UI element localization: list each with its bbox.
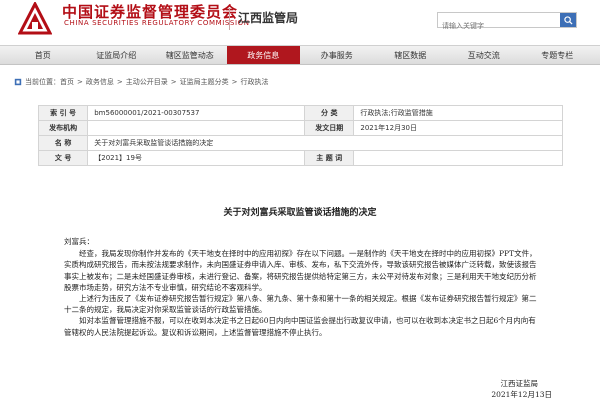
header-divider	[229, 8, 230, 30]
document-title: 关于对刘富兵采取监管谈话措施的决定	[223, 208, 377, 218]
document-paragraph: 经查，我局发现你制作并发布的《天干地支在择时中的应用初探》存在以下问题。一是制作…	[64, 249, 537, 292]
document-body: 刘富兵： 经查，我局发现你制作并发布的《天干地支在择时中的应用初探》存在以下问题…	[64, 236, 540, 338]
issuer-label: 发布机构	[37, 120, 89, 136]
search-box	[437, 12, 577, 33]
doc-number-label: 文 号	[37, 150, 89, 166]
index-value: bm56000001/2021-00307537	[87, 105, 306, 121]
info-row: 索 引 号 bm56000001/2021-00307537 分 类 行政执法;…	[37, 105, 563, 121]
breadcrumb-separator: >	[170, 78, 177, 86]
nav-item-home[interactable]: 首页	[6, 46, 80, 64]
issuer-value	[87, 120, 306, 136]
document-info-table: 索 引 号 bm56000001/2021-00307537 分 类 行政执法;…	[37, 105, 563, 166]
breadcrumb-disclosure-catalog[interactable]: 主动公开目录	[126, 77, 168, 87]
date-value: 2021年12月30日	[353, 120, 563, 136]
breadcrumb-enforcement[interactable]: 行政执法	[241, 77, 269, 87]
breadcrumb-topic-category[interactable]: 证监局主题分类	[180, 77, 229, 87]
csrc-logo-icon	[18, 2, 52, 35]
nav-item-government-info[interactable]: 政务信息	[226, 46, 300, 64]
name-value: 关于对刘富兵采取监管谈话措施的决定	[87, 135, 563, 151]
nav-item-bureau-intro[interactable]: 证监局介绍	[80, 46, 154, 64]
nav-item-district-data[interactable]: 辖区数据	[374, 46, 448, 64]
index-label: 索 引 号	[37, 105, 89, 121]
main-nav: 首页 证监局介绍 辖区监管动态 政务信息 办事服务 辖区数据 互动交流 专题专栏	[0, 45, 600, 65]
signature-date: 2021年12月13日	[491, 390, 552, 399]
info-row: 发布机构 发文日期 2021年12月30日	[37, 120, 563, 136]
breadcrumb-separator: >	[116, 78, 123, 86]
nav-item-interaction[interactable]: 互动交流	[447, 46, 521, 64]
category-value: 行政执法;行政监管措施	[353, 105, 563, 121]
search-button[interactable]	[560, 13, 576, 27]
keyword-value	[353, 150, 563, 166]
site-header: 中国证券监督管理委员会 CHINA SECURITIES REGULATORY …	[0, 0, 600, 38]
document-paragraph: 如对本监督管理措施不服，可以在收到本决定书之日起60日内向中国证监会提出行政复议…	[64, 316, 536, 337]
name-label: 名 称	[37, 135, 89, 151]
info-row: 文 号 【2021】19号 主 题 词	[37, 150, 563, 166]
document-paragraph: 上述行为违反了《发布证券研究报告暂行规定》第八条、第九条、第十条和第十一条的相关…	[64, 294, 537, 315]
nav-item-special-topics[interactable]: 专题专栏	[521, 46, 595, 64]
keyword-label: 主 题 词	[304, 150, 355, 166]
doc-number-value: 【2021】19号	[87, 150, 306, 166]
search-input[interactable]	[438, 19, 558, 33]
document-salutation: 刘富兵：	[64, 237, 94, 246]
nav-item-regulatory-news[interactable]: 辖区监管动态	[153, 46, 227, 64]
breadcrumb-government-info[interactable]: 政务信息	[86, 77, 114, 87]
location-icon	[14, 78, 22, 86]
breadcrumb-separator: >	[77, 78, 83, 86]
info-row: 名 称 关于对刘富兵采取监管谈话措施的决定	[37, 135, 563, 151]
bureau-name: 江西监管局	[238, 11, 299, 25]
breadcrumb-prefix: 当前位置：	[25, 78, 60, 86]
date-label: 发文日期	[304, 120, 355, 136]
org-name-en: CHINA SECURITIES REGULATORY COMMISSION	[64, 19, 250, 27]
breadcrumb: 当前位置： 首页 > 政务信息 > 主动公开目录 > 证监局主题分类 > 行政执…	[14, 77, 269, 87]
category-label: 分 类	[304, 105, 355, 121]
breadcrumb-separator: >	[231, 78, 238, 86]
search-icon	[563, 15, 573, 25]
nav-item-services[interactable]: 办事服务	[300, 46, 374, 64]
signature-org: 江西证监局	[500, 379, 539, 388]
breadcrumb-home[interactable]: 首页	[60, 77, 74, 87]
